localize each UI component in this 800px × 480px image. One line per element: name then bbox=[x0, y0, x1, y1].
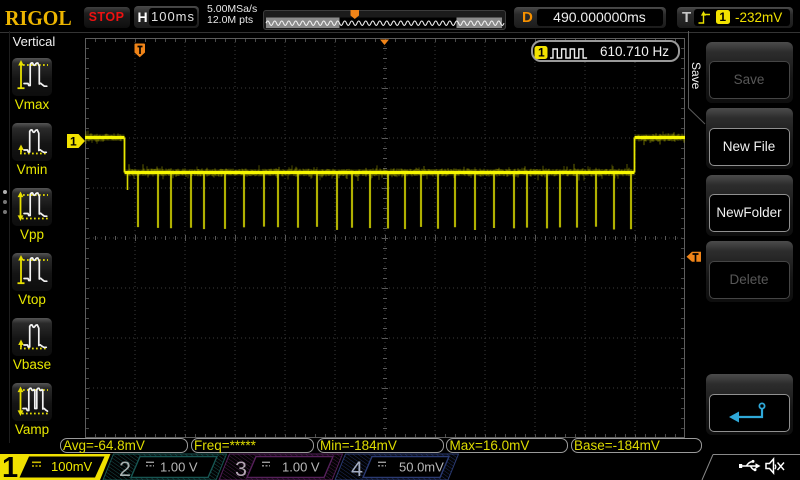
svg-text:100mV: 100mV bbox=[51, 459, 93, 474]
svg-text:1: 1 bbox=[70, 134, 77, 148]
svg-text:50.0mV: 50.0mV bbox=[399, 459, 444, 474]
svg-text:4: 4 bbox=[351, 457, 363, 480]
svg-text:1.00 V: 1.00 V bbox=[160, 459, 198, 474]
svg-text:610.710 Hz: 610.710 Hz bbox=[600, 44, 669, 59]
svg-text:1: 1 bbox=[2, 453, 18, 480]
svg-text:2: 2 bbox=[119, 457, 131, 480]
svg-text:3: 3 bbox=[235, 457, 247, 480]
svg-text:1: 1 bbox=[538, 46, 545, 60]
svg-text:1.00 V: 1.00 V bbox=[282, 459, 320, 474]
